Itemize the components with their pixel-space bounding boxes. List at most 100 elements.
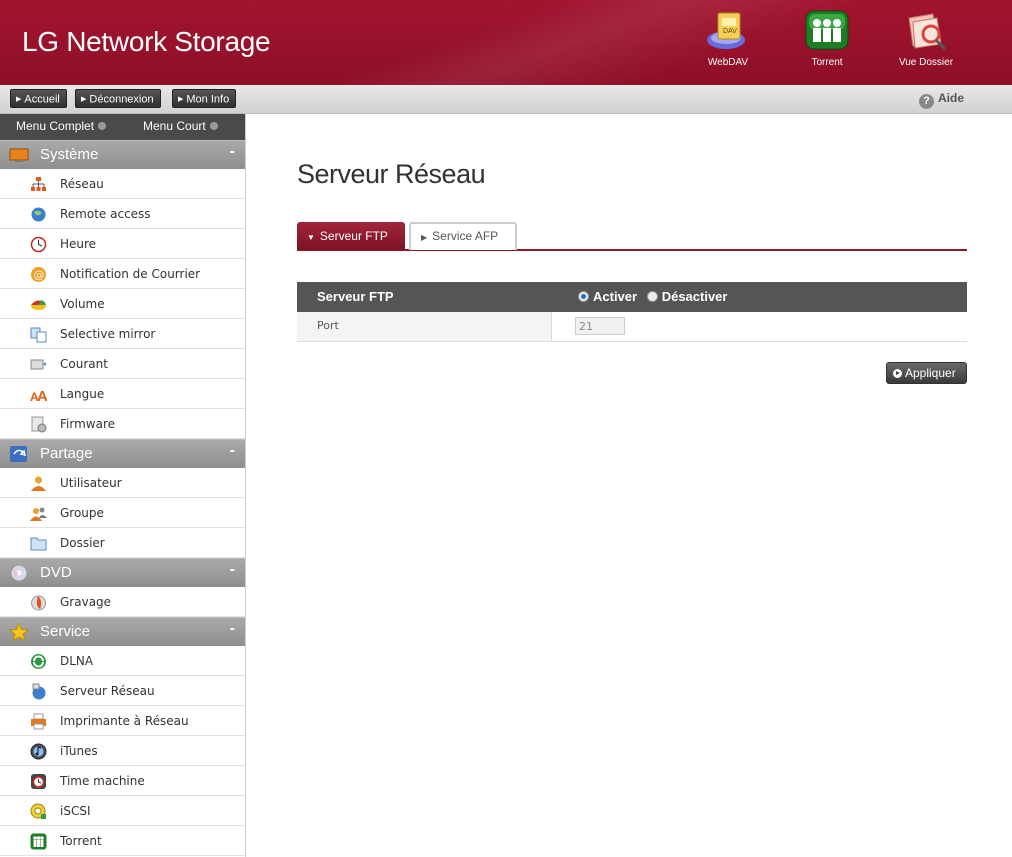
torrent-shortcut[interactable]: Torrent: [792, 10, 862, 68]
share-icon: [10, 446, 27, 462]
webdav-label: WebDAV: [707, 57, 749, 68]
menu-short-label: Menu Court: [143, 119, 206, 133]
play-circle-icon: [893, 369, 902, 378]
folder-view-shortcut[interactable]: Vue Dossier: [891, 10, 961, 68]
sidebar-item-serveur-reseau[interactable]: Serveur Réseau: [0, 676, 245, 706]
svg-text:@: @: [34, 269, 45, 282]
section-partage[interactable]: Partage -: [0, 439, 245, 468]
tab-serveur-ftp[interactable]: ▼ Serveur FTP: [297, 222, 405, 250]
burn-icon: [31, 595, 46, 611]
tab-label: Service AFP: [432, 229, 499, 243]
triangle-right-icon: ▶: [421, 233, 428, 242]
sidebar-item-label: Notification de Courrier: [60, 267, 201, 281]
sidebar-item-dossier[interactable]: Dossier: [0, 528, 245, 558]
sidebar-item-utilisateur[interactable]: Utilisateur: [0, 468, 245, 498]
home-button[interactable]: ▶ Accueil: [10, 89, 67, 108]
collapse-icon[interactable]: -: [230, 620, 235, 638]
section-service[interactable]: Service -: [0, 617, 245, 646]
sidebar-item-time-machine[interactable]: Time machine: [0, 766, 245, 796]
sidebar-item-itunes[interactable]: iTunes: [0, 736, 245, 766]
main-content: Serveur Réseau ▼ Serveur FTP ▶ Service AFP…: [247, 114, 1012, 857]
sidebar-item-torrent[interactable]: Torrent: [0, 826, 245, 856]
sidebar-item-iscsi[interactable]: iSCSI: [0, 796, 245, 826]
port-row: Port: [297, 312, 967, 342]
help-link[interactable]: ? Aide: [918, 91, 964, 109]
section-title: Système: [40, 146, 99, 163]
sidebar-item-label: Heure: [60, 237, 97, 251]
sidebar-item-label: Remote access: [60, 207, 151, 221]
ftp-header-label: Serveur FTP: [317, 289, 394, 304]
language-icon: AA: [30, 388, 47, 403]
port-input[interactable]: [575, 317, 625, 335]
sidebar-item-imprimante[interactable]: Imprimante à Réseau: [0, 706, 245, 736]
menu-full-label: Menu Complet: [16, 119, 95, 133]
app-header: LG Network Storage DAV WebDAV Torrent Vu…: [0, 0, 1012, 85]
arrow-right-icon: ▶: [81, 96, 87, 103]
collapse-icon[interactable]: -: [230, 561, 235, 579]
menu-full-toggle[interactable]: Menu Complet: [16, 119, 107, 133]
section-title: Partage: [40, 445, 93, 462]
sidebar-item-volume[interactable]: Volume: [0, 289, 245, 319]
home-button-label: Accueil: [24, 93, 60, 106]
section-systeme[interactable]: Système -: [0, 140, 245, 169]
sidebar-item-label: Groupe: [60, 506, 104, 520]
arrow-right-icon: ▶: [178, 96, 184, 103]
sidebar-item-label: Volume: [60, 297, 105, 311]
sidebar-item-selective-mirror[interactable]: Selective mirror: [0, 319, 245, 349]
section-title: Service: [40, 623, 91, 640]
sidebar-item-label: Serveur Réseau: [60, 684, 155, 698]
radio-checked-icon: [578, 291, 589, 302]
page-title: Serveur Réseau: [297, 159, 486, 189]
apply-button-label: Appliquer: [905, 366, 956, 380]
torrent-icon: [30, 833, 47, 850]
section-dvd[interactable]: DVD -: [0, 558, 245, 587]
firmware-icon: [31, 416, 47, 433]
sidebar-item-groupe[interactable]: Groupe: [0, 498, 245, 528]
logout-button[interactable]: ▶ Déconnexion: [75, 89, 161, 108]
radio-desactiver[interactable]: Désactiver: [646, 289, 728, 304]
sidebar-item-remote-access[interactable]: Remote access: [0, 199, 245, 229]
itunes-icon: [30, 743, 47, 760]
at-icon: @: [31, 267, 46, 282]
disc-icon: [10, 564, 28, 582]
sidebar-item-label: Time machine: [60, 774, 145, 788]
sidebar-item-gravage[interactable]: Gravage: [0, 587, 245, 617]
time-machine-icon: [31, 774, 46, 789]
sidebar-item-label: Imprimante à Réseau: [60, 714, 189, 728]
radio-desactiver-label: Désactiver: [661, 289, 728, 304]
my-info-button[interactable]: ▶ Mon Info: [172, 89, 237, 108]
circle-arrow-icon: [209, 122, 218, 130]
collapse-icon[interactable]: -: [230, 442, 235, 460]
sidebar-item-courant[interactable]: Courant: [0, 349, 245, 379]
sidebar-item-heure[interactable]: Heure: [0, 229, 245, 259]
sidebar: Menu Complet Menu Court Système - Réseau…: [0, 114, 246, 857]
sidebar-item-firmware[interactable]: Firmware: [0, 409, 245, 439]
menu-short-toggle[interactable]: Menu Court: [143, 119, 218, 133]
brand-title: LG Network Storage: [22, 26, 271, 57]
apply-button[interactable]: Appliquer: [886, 362, 967, 384]
sidebar-item-label: Courant: [60, 357, 108, 371]
sidebar-item-label: Gravage: [60, 595, 112, 609]
logout-button-label: Déconnexion: [89, 93, 154, 106]
sidebar-item-dlna[interactable]: DLNA: [0, 646, 245, 676]
folder-view-icon: [908, 13, 947, 51]
sidebar-item-label: Utilisateur: [60, 476, 122, 490]
webdav-icon: DAV: [707, 12, 745, 49]
sidebar-item-reseau[interactable]: Réseau: [0, 169, 245, 199]
dlna-icon: [31, 654, 46, 669]
network-icon: [31, 177, 46, 191]
collapse-icon[interactable]: -: [230, 143, 235, 161]
ftp-header-row: Serveur FTP Activer Désactiver: [297, 282, 967, 312]
sidebar-item-label: Firmware: [60, 417, 115, 431]
menu-toggle-bar: Menu Complet Menu Court: [0, 114, 245, 140]
torrent-label: Torrent: [811, 57, 843, 68]
radio-activer[interactable]: Activer: [578, 289, 637, 304]
top-toolbar: ▶ Accueil ▶ Déconnexion ▶ Mon Info ? Aide: [0, 85, 1012, 114]
sidebar-item-notification[interactable]: @ Notification de Courrier: [0, 259, 245, 289]
circle-arrow-icon: [98, 122, 107, 130]
radio-unchecked-icon: [646, 291, 658, 302]
sidebar-item-label: Réseau: [60, 177, 104, 191]
sidebar-item-langue[interactable]: AA Langue: [0, 379, 245, 409]
webdav-shortcut[interactable]: DAV WebDAV: [693, 10, 763, 68]
tab-service-afp[interactable]: ▶ Service AFP: [409, 222, 517, 250]
